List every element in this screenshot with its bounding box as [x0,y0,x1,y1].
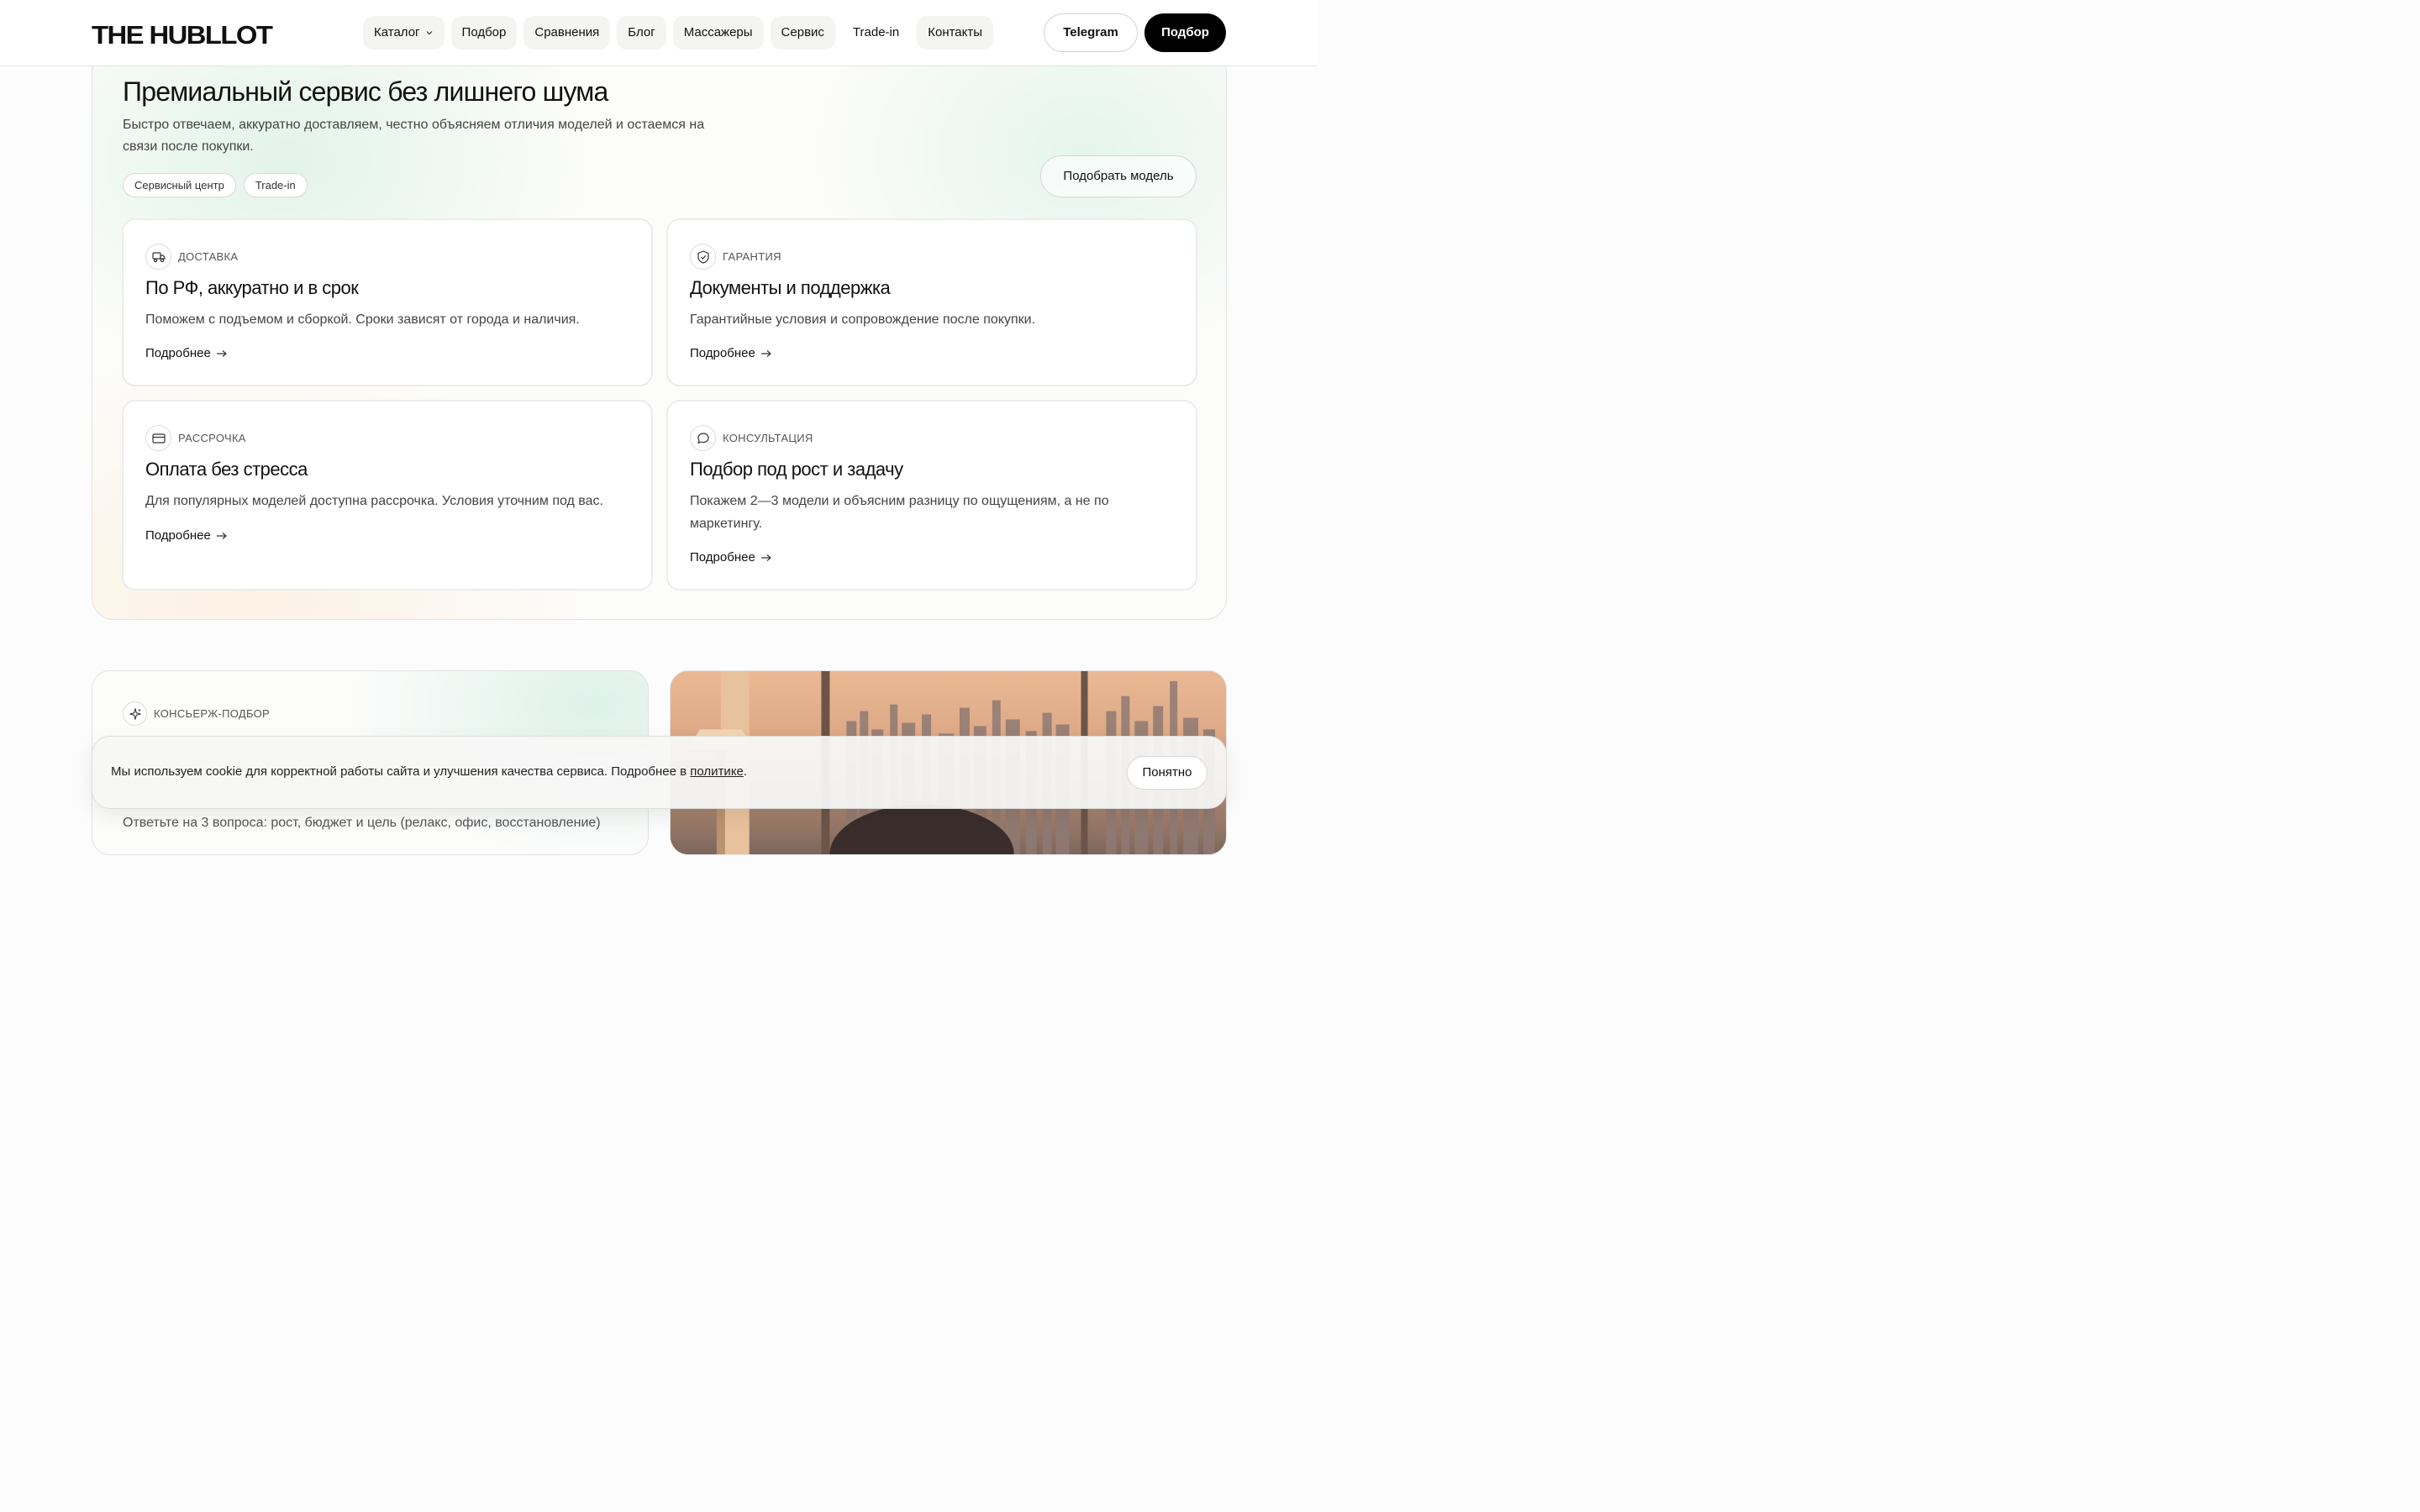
concierge-tag-label: КОНСЬЕРЖ-ПОДБОР [154,707,271,720]
card-more-link[interactable]: Подробнее [145,528,228,543]
card-text: Поможем с подъемом и сборкой. Сроки зави… [145,312,580,327]
chip-service-center[interactable]: Сервисный центр [123,173,236,197]
card-tag-label: КОНСУЛЬТАЦИЯ [723,432,813,444]
cookie-text: Мы используем cookie для корректной рабо… [111,764,747,779]
card-delivery: ДОСТАВКА По РФ, аккуратно и в срок Помож… [122,218,653,386]
card-tag-label: ГАРАНТИЯ [723,250,781,263]
cookie-policy-link[interactable]: политике [690,764,744,779]
card-tag-label: РАССРОЧКА [178,432,246,444]
service-title: Премиальный сервис без лишнего шума [123,76,608,107]
nav-trade-in[interactable]: Trade-in [842,16,910,50]
nav-massagers[interactable]: Массажеры [672,16,764,50]
card-warranty: ГАРАНТИЯ Документы и поддержка Гарантийн… [666,218,1197,386]
nav-podbor[interactable]: Подбор [450,16,518,50]
nav-blog[interactable]: Блог [617,16,666,50]
arrow-right-icon [216,532,227,539]
cookie-banner: Мы используем cookie для корректной рабо… [92,736,1227,809]
card-more-link[interactable]: Подробнее [690,550,772,564]
pick-model-button[interactable]: Подобрать модель [1040,155,1197,197]
card-more-label: Подробнее [690,346,755,360]
card-text: Гарантийные условия и сопровождение посл… [690,312,1036,327]
service-subtitle: Быстро отвечаем, аккуратно доставляем, ч… [123,118,705,154]
card-title: Документы и поддержка [690,277,891,298]
cookie-text-end: . [743,764,748,779]
card-text: Для популярных моделей доступна рассрочк… [145,494,603,508]
podbor-cta-button[interactable]: Подбор [1144,13,1226,52]
nav-contacts[interactable]: Контакты [917,16,994,50]
sparkle-icon [123,701,147,726]
nav-catalog-label: Каталог [374,25,420,39]
card-more-label: Подробнее [145,346,211,360]
service-chips: Сервисный центр Trade-in [123,173,308,197]
card-consultation: КОНСУЛЬТАЦИЯ Подбор под рост и задачу По… [666,400,1197,591]
nav-catalog[interactable]: Каталог [363,16,445,50]
service-section: Премиальный сервис без лишнего шума Быст… [92,50,1227,620]
concierge-hint: Ответьте на 3 вопроса: рост, бюджет и це… [123,816,601,830]
shield-check-icon [690,244,716,270]
card-title: По РФ, аккуратно и в срок [145,277,359,298]
chip-trade-in[interactable]: Trade-in [243,173,308,197]
nav-comparisons[interactable]: Сравнения [523,16,611,50]
site-header: THE HUBLLOT Каталог Подбор Сравнения Бло… [0,0,1318,66]
arrow-right-icon [760,349,771,357]
card-more-link[interactable]: Подробнее [690,346,772,360]
card-title: Подбор под рост и задачу [690,459,903,480]
credit-card-icon [145,425,171,451]
card-more-label: Подробнее [690,550,755,564]
truck-icon [145,244,171,270]
cookie-text-main: Мы используем cookie для корректной рабо… [111,764,691,779]
main-nav: Каталог Подбор Сравнения Блог Массажеры … [363,16,994,50]
chevron-down-icon [426,31,432,35]
arrow-right-icon [216,349,227,357]
cookie-accept-button[interactable]: Понятно [1127,756,1207,790]
card-installments: РАССРОЧКА Оплата без стресса Для популяр… [122,400,653,591]
card-tag-label: ДОСТАВКА [178,250,239,263]
card-more-link[interactable]: Подробнее [145,346,228,360]
arrow-right-icon [760,554,771,561]
card-more-label: Подробнее [145,528,211,543]
card-title: Оплата без стресса [145,459,308,480]
telegram-button[interactable]: Telegram [1044,13,1138,52]
nav-service[interactable]: Сервис [770,16,835,50]
chat-bubble-icon [690,425,716,451]
card-text: Покажем 2—3 модели и объясним разницу по… [690,494,1109,531]
logo[interactable]: THE HUBLLOT [92,20,273,50]
